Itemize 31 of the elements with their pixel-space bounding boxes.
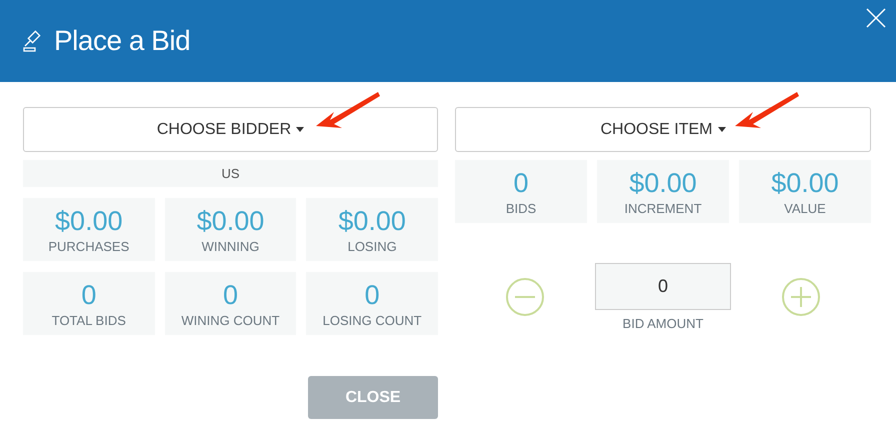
annotation-arrow [735,92,799,128]
dialog-title: Place a Bid [54,25,190,57]
stat-value: $0.00 [196,206,264,236]
stat-label: LOSING COUNT [322,312,422,328]
stat-value: 0 [513,168,529,198]
stat-label: VALUE [784,200,826,216]
stat-value: 0 [222,280,238,310]
minus-icon[interactable] [505,277,545,317]
stat-label: PURCHASES [48,238,130,254]
stat-value: $0.00 [771,168,839,198]
stat-value: 0 [81,280,96,310]
currency-label: US [23,160,438,187]
bid-amount-field[interactable]: 0 [595,263,731,310]
close-icon[interactable] [866,8,886,28]
choose-item-dropdown[interactable]: CHOOSE ITEM [455,107,871,152]
stat-value: $0.00 [55,206,123,236]
stat-label: TOTAL BIDS [52,312,126,328]
annotation-arrow [316,92,380,128]
plus-icon[interactable] [781,277,821,317]
stat-label: WINING COUNT [181,312,280,328]
caret-icon [718,127,726,132]
stat-value: 0 [364,280,380,310]
stat-label: LOSING [348,238,397,254]
stat-value: $0.00 [629,168,697,198]
choose-bidder-dropdown[interactable]: CHOOSE BIDDER [23,107,438,152]
stat-label: BIDS [506,200,536,216]
caret-icon [296,127,304,132]
stat-value: $0.00 [338,206,406,236]
stat-label: WINNING [202,238,260,254]
bid-amount-label: BID AMOUNT [622,316,704,331]
stat-label: INCREMENT [624,200,702,216]
